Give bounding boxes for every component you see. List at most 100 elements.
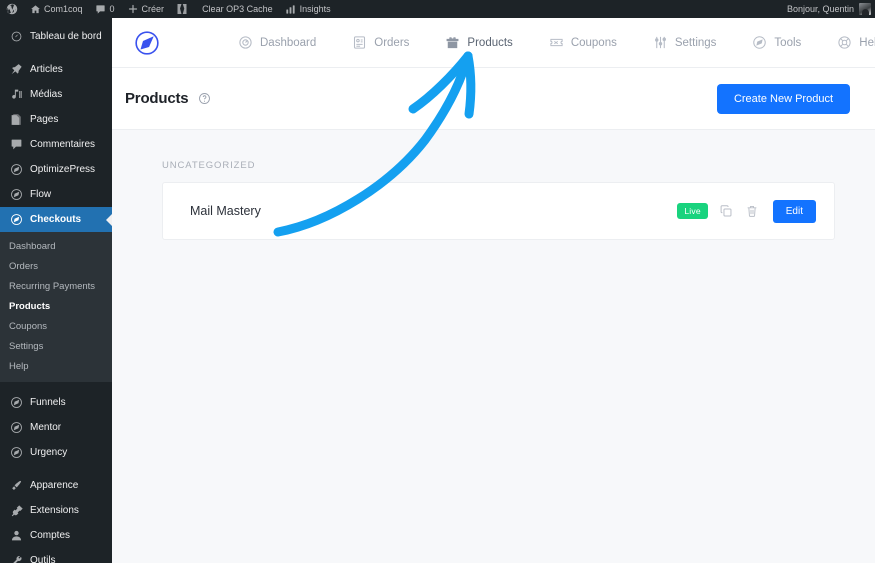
page-title: Products: [125, 90, 189, 107]
products-content: UNCATEGORIZED Mail Mastery Live Edit: [112, 130, 875, 240]
ticket-icon: [549, 35, 564, 50]
rocket-icon: [9, 213, 23, 227]
submenu-item-recurring-payments[interactable]: Recurring Payments: [0, 276, 112, 296]
gauge-icon: [238, 35, 253, 50]
wp-admin-bar: Com1coq 0 Créer Clear OP3 Cache Insights…: [0, 0, 875, 18]
submenu-item-help[interactable]: Help: [0, 356, 112, 376]
wp-admin-sidebar: Tableau de bord Articles Médias Pages Co: [0, 18, 112, 563]
rocket-logo-icon: [134, 30, 160, 56]
row-actions: Live Edit: [677, 199, 816, 223]
tab-label: Dashboard: [260, 36, 317, 49]
sidebar-item-medias[interactable]: Médias: [0, 82, 112, 107]
create-new-product-button[interactable]: Create New Product: [716, 83, 850, 114]
rocket-icon: [9, 421, 23, 435]
tools-icon: [9, 554, 23, 563]
wordpress-icon: [6, 3, 18, 15]
checkouts-submenu: Dashboard Orders Recurring Payments Prod…: [0, 232, 112, 382]
app-top-nav: Dashboard Orders Products Coupons Settin…: [112, 18, 875, 68]
tab-dashboard[interactable]: Dashboard: [220, 18, 334, 68]
bar-chart-icon: [285, 3, 297, 15]
sidebar-item-flow[interactable]: Flow: [0, 182, 112, 207]
comments-menu[interactable]: 0: [89, 0, 121, 18]
app-brand[interactable]: [112, 30, 182, 56]
sliders-icon: [653, 35, 668, 50]
edit-button[interactable]: Edit: [772, 199, 816, 223]
copy-icon[interactable]: [719, 204, 734, 219]
product-row[interactable]: Mail Mastery Live Edit: [162, 182, 835, 240]
sidebar-item-funnels[interactable]: Funnels: [0, 390, 112, 415]
clear-op3-cache-button[interactable]: Clear OP3 Cache: [196, 0, 279, 18]
sidebar-label: Checkouts: [30, 214, 82, 225]
submenu-item-coupons[interactable]: Coupons: [0, 316, 112, 336]
receipt-icon: [352, 35, 367, 50]
submenu-item-settings[interactable]: Settings: [0, 336, 112, 356]
question-circle-icon[interactable]: [198, 92, 211, 105]
sidebar-label: Mentor: [30, 422, 62, 433]
optimizepress-checkouts-app: Dashboard Orders Products Coupons Settin…: [112, 18, 875, 563]
submenu-item-orders[interactable]: Orders: [0, 256, 112, 276]
greeting-label: Bonjour, Quentin: [786, 4, 854, 14]
wordpress-logo-menu[interactable]: [0, 0, 23, 18]
media-icon: [9, 88, 23, 102]
site-name-label: Com1coq: [44, 4, 83, 14]
tab-coupons[interactable]: Coupons: [531, 18, 635, 68]
sidebar-item-checkouts[interactable]: Checkouts: [0, 207, 112, 232]
yoast-icon: [176, 3, 188, 15]
sidebar-item-urgency[interactable]: Urgency: [0, 440, 112, 465]
insights-menu[interactable]: Insights: [279, 0, 337, 18]
sidebar-label: Comptes: [30, 530, 71, 541]
sidebar-item-commentaires[interactable]: Commentaires: [0, 132, 112, 157]
sidebar-item-comptes[interactable]: Comptes: [0, 523, 112, 548]
status-badge: Live: [677, 203, 708, 219]
sidebar-item-optimizepress[interactable]: OptimizePress: [0, 157, 112, 182]
sidebar-label: OptimizePress: [30, 164, 96, 175]
clear-op3-cache-label: Clear OP3 Cache: [202, 4, 273, 14]
rocket-icon: [752, 35, 767, 50]
rocket-icon: [9, 188, 23, 202]
tab-label: Settings: [674, 36, 717, 49]
sidebar-item-tableau-de-bord[interactable]: Tableau de bord: [0, 24, 112, 49]
pages-icon: [9, 113, 23, 127]
sidebar-label: Apparence: [30, 480, 79, 491]
tab-settings[interactable]: Settings: [635, 18, 735, 68]
yoast-menu[interactable]: [170, 0, 196, 18]
insights-label: Insights: [299, 4, 331, 14]
category-label: UNCATEGORIZED: [162, 160, 256, 171]
my-account-menu[interactable]: Bonjour, Quentin: [787, 3, 875, 15]
screen-root: Com1coq 0 Créer Clear OP3 Cache Insights…: [0, 0, 875, 563]
comment-icon: [9, 138, 23, 152]
sidebar-label: Funnels: [30, 397, 66, 408]
rocket-icon: [9, 163, 23, 177]
comments-count: 0: [109, 4, 115, 14]
sidebar-item-extensions[interactable]: Extensions: [0, 498, 112, 523]
sidebar-label: Flow: [30, 189, 52, 200]
brush-icon: [9, 479, 23, 493]
tab-orders[interactable]: Orders: [334, 18, 427, 68]
nav-items: Dashboard Orders Products Coupons Settin…: [182, 18, 875, 68]
dashboard-icon: [9, 30, 23, 44]
submenu-item-dashboard[interactable]: Dashboard: [0, 236, 112, 256]
pin-icon: [9, 63, 23, 77]
sidebar-item-pages[interactable]: Pages: [0, 107, 112, 132]
product-name: Mail Mastery: [190, 204, 261, 218]
sidebar-item-mentor[interactable]: Mentor: [0, 415, 112, 440]
box-icon: [445, 35, 460, 50]
page-header: Products Create New Product: [112, 68, 875, 130]
tab-products[interactable]: Products: [427, 18, 530, 68]
rocket-icon: [9, 446, 23, 460]
submenu-item-products[interactable]: Products: [0, 296, 112, 316]
tab-tools[interactable]: Tools: [734, 18, 819, 68]
tab-help[interactable]: Help: [819, 18, 875, 68]
site-name-menu[interactable]: Com1coq: [23, 0, 89, 18]
trash-icon[interactable]: [745, 204, 760, 219]
sidebar-item-apparence[interactable]: Apparence: [0, 473, 112, 498]
tab-label: Help: [859, 36, 875, 49]
tab-label: Products: [467, 36, 513, 49]
new-content-menu[interactable]: Créer: [121, 0, 171, 18]
sidebar-item-outils[interactable]: Outils: [0, 548, 112, 563]
sidebar-label: Médias: [30, 89, 63, 100]
sidebar-label: Articles: [30, 64, 63, 75]
sidebar-item-articles[interactable]: Articles: [0, 57, 112, 82]
avatar: [859, 3, 871, 15]
tab-label: Orders: [374, 36, 410, 49]
